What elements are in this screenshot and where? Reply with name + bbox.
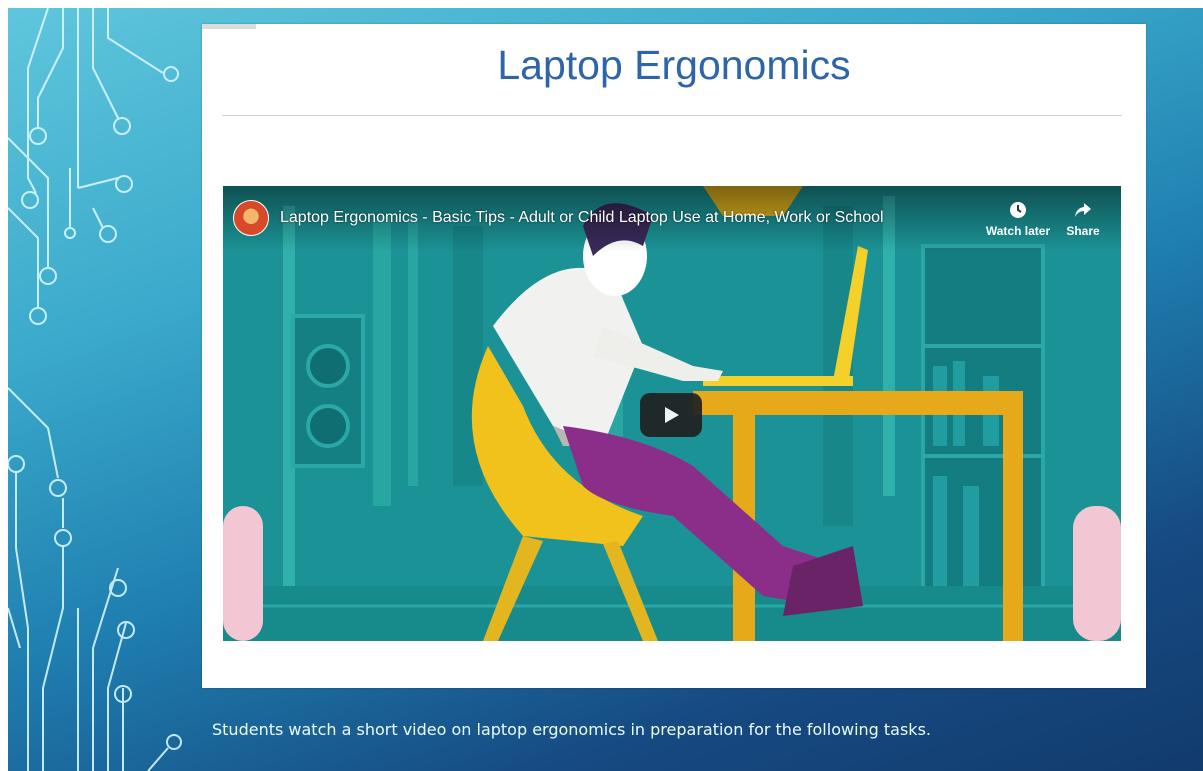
watch-later-label: Watch later bbox=[985, 224, 1051, 238]
slide-caption: Students watch a short video on laptop e… bbox=[212, 720, 931, 739]
clock-icon bbox=[1010, 202, 1026, 218]
channel-avatar[interactable] bbox=[233, 200, 269, 236]
share-label: Share bbox=[1066, 224, 1100, 238]
watch-later-button[interactable]: Watch later bbox=[983, 200, 1053, 238]
video-title[interactable]: Laptop Ergonomics - Basic Tips - Adult o… bbox=[280, 209, 884, 227]
card-tab bbox=[202, 24, 256, 29]
share-button[interactable]: Share bbox=[1063, 200, 1103, 238]
content-card: Laptop Ergonomics Laptop Ergonomics - Ba… bbox=[202, 24, 1146, 688]
play-icon[interactable] bbox=[640, 393, 702, 437]
page-title: Laptop Ergonomics bbox=[497, 42, 851, 88]
embedded-video-player[interactable]: Laptop Ergonomics - Basic Tips - Adult o… bbox=[223, 186, 1121, 641]
title-divider bbox=[222, 115, 1122, 116]
share-arrow-icon bbox=[1075, 203, 1091, 217]
